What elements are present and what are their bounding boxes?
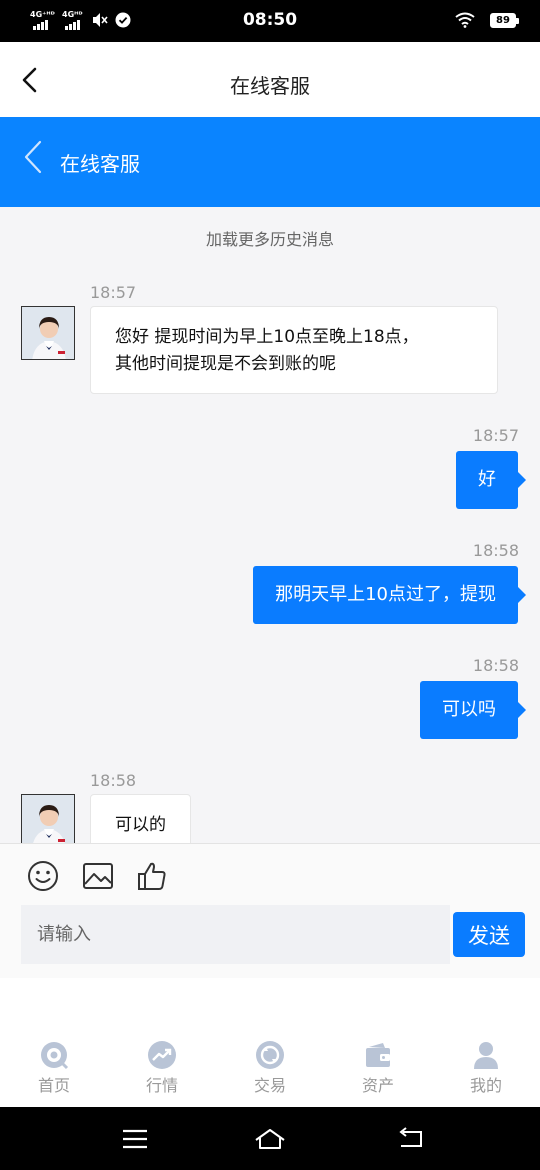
home-button-icon[interactable] [254,1125,286,1153]
tab-label: 我的 [469,1076,502,1095]
load-more-history-link[interactable]: 加载更多历史消息 [0,226,540,250]
status-bar: 4G⁺ᴴᴰ 4Gᴴᴰ 08:50 89 [0,0,540,42]
user-icon [474,1042,498,1069]
tab-trade[interactable]: 交易 [216,1040,324,1096]
agent-photo-icon [22,307,74,359]
message-line: 可以的 [115,815,166,835]
wifi-icon [455,12,475,28]
thumbs-up-icon[interactable] [136,860,168,892]
message-timestamp: 18:58 [90,771,137,790]
agent-avatar [21,306,75,360]
message-line: 您好 提现时间为早上10点至晚上18点， [115,327,419,347]
trend-icon [148,1041,176,1069]
chat-header-title: 在线客服 [60,152,140,176]
composer: 发送 [0,843,540,978]
agent-avatar [21,794,75,843]
tab-label: 行情 [145,1076,178,1095]
tab-assets[interactable]: 资产 [324,1040,432,1096]
message-bubble-sent: 可以吗 [420,681,526,739]
tab-mine[interactable]: 我的 [432,1040,540,1096]
message-timestamp: 18:57 [90,283,137,302]
system-nav-bar [0,1107,540,1170]
emoji-icon[interactable] [27,860,59,892]
message-bubble-sent: 好 [456,451,526,509]
message-bubble-sent: 那明天早上10点过了，提现 [253,566,526,624]
chevron-left-icon[interactable] [20,139,46,175]
message-line: 其他时间提现是不会到账的呢 [115,354,336,374]
agent-photo-icon [22,795,74,843]
top-nav: 在线客服 [0,42,540,117]
message-bubble-received: 您好 提现时间为早上10点至晚上18点， 其他时间提现是不会到账的呢 [90,306,498,394]
message-timestamp: 18:57 [472,426,519,445]
tab-home[interactable]: 首页 [0,1040,108,1096]
back-button-icon[interactable] [395,1125,427,1153]
message-bubble-received: 可以的 [90,794,191,843]
bottom-tab-bar: 首页 行情 交易 资产 我的 [0,1030,540,1107]
tab-label: 资产 [361,1076,394,1095]
message-input[interactable] [21,905,450,964]
tab-label: 首页 [37,1076,70,1095]
chat-area[interactable]: 加载更多历史消息 18:57 您好 提现时间为早上10点至晚上18点， 其他时间… [0,207,540,843]
menu-icon[interactable] [119,1125,151,1153]
message-timestamp: 18:58 [472,656,519,675]
exchange-icon [256,1041,284,1069]
wallet-icon [366,1043,390,1067]
page-title: 在线客服 [230,74,310,98]
chat-header: 在线客服 [0,117,540,207]
tab-label: 交易 [253,1076,286,1095]
tab-market[interactable]: 行情 [108,1040,216,1096]
image-icon[interactable] [82,860,114,892]
message-timestamp: 18:58 [472,541,519,560]
home-icon [41,1042,69,1070]
send-button[interactable]: 发送 [453,912,525,957]
battery-indicator: 89 [490,13,519,28]
